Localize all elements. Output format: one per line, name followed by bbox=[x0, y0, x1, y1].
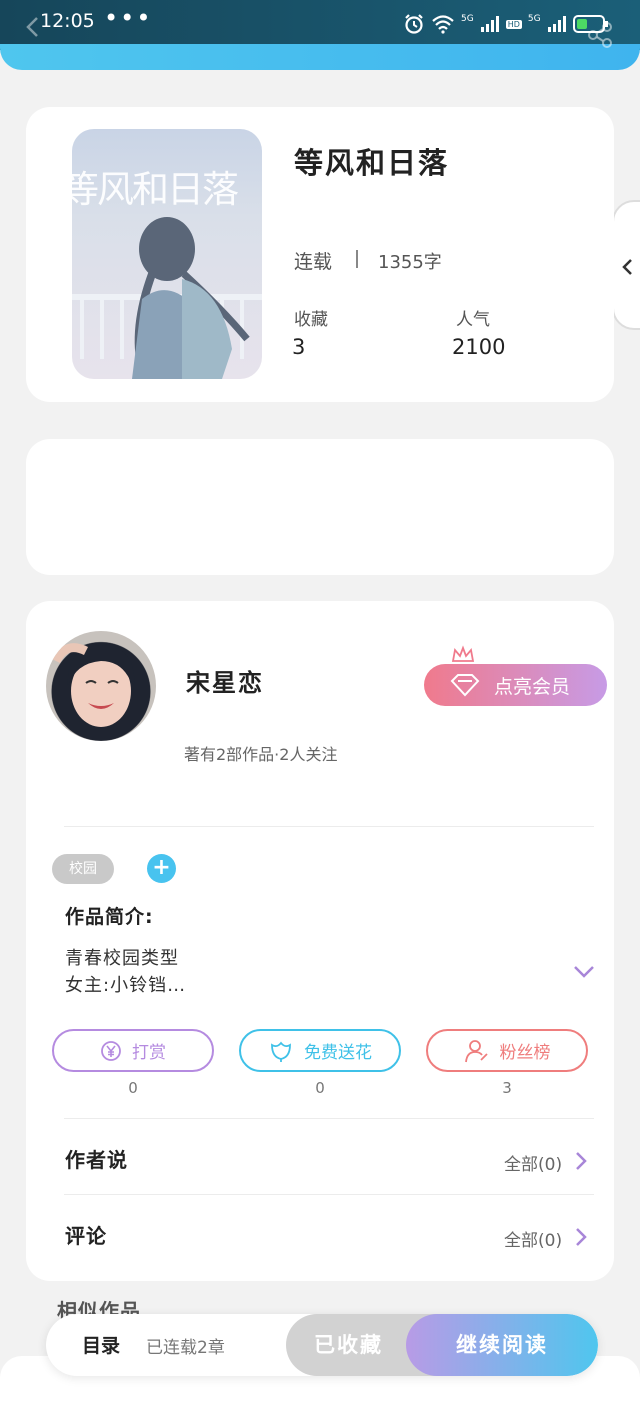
popularity-value: 2100 bbox=[452, 335, 506, 359]
author-card: 宋星恋 点亮会员 著有2部作品·2人关注 校园 + 作品简介: 青春校园类型 女… bbox=[26, 601, 614, 1281]
comments-title[interactable]: 评论 bbox=[65, 1220, 107, 1249]
network-5g-label: 5G bbox=[461, 14, 474, 24]
divider bbox=[64, 826, 594, 827]
share-icon[interactable] bbox=[585, 20, 615, 50]
fan-ranking-button[interactable]: 粉丝榜 bbox=[426, 1029, 588, 1072]
flower-icon bbox=[271, 1041, 291, 1062]
continue-reading-button[interactable]: 继续阅读 bbox=[406, 1314, 598, 1376]
header-band bbox=[0, 44, 640, 70]
yen-coin-icon bbox=[101, 1040, 121, 1061]
chevron-right-icon[interactable] bbox=[574, 1226, 588, 1248]
send-flower-label: 免费送花 bbox=[304, 1043, 372, 1063]
avatar-illustration bbox=[51, 643, 135, 727]
status-more-dots: ••• bbox=[104, 4, 153, 32]
divider bbox=[356, 250, 358, 268]
bottom-action-bar: 目录 已连载2章 已收藏 继续阅读 bbox=[46, 1314, 598, 1376]
diamond-icon bbox=[450, 674, 480, 697]
chevron-right-icon[interactable] bbox=[574, 1150, 588, 1172]
author-avatar[interactable] bbox=[46, 631, 156, 741]
toc-button[interactable]: 目录 bbox=[82, 1331, 120, 1358]
word-count: 1355字 bbox=[378, 252, 442, 273]
wifi-icon bbox=[432, 15, 454, 34]
status-time: 12:05 bbox=[40, 10, 95, 32]
book-info-card: 等风和日落 等风和日落 连载 1355字 收藏 3 人气 2100 bbox=[26, 107, 614, 402]
reward-button[interactable]: 打赏 bbox=[52, 1029, 214, 1072]
network-5g-label-2: 5G bbox=[527, 14, 541, 24]
reward-count: 0 bbox=[128, 1079, 138, 1097]
flower-count: 0 bbox=[315, 1079, 325, 1097]
divider bbox=[64, 1118, 594, 1119]
popularity-label: 人气 bbox=[456, 310, 490, 330]
reward-label: 打赏 bbox=[132, 1043, 166, 1063]
user-icon bbox=[464, 1039, 488, 1062]
side-drawer-handle[interactable] bbox=[612, 200, 640, 330]
genre-tag[interactable]: 校园 bbox=[52, 854, 114, 884]
intro-line-1: 青春校园类型 bbox=[65, 948, 179, 969]
serial-status: 连载 bbox=[294, 251, 333, 273]
comments-all-link[interactable]: 全部(0) bbox=[504, 1226, 562, 1251]
chevron-down-icon[interactable] bbox=[572, 964, 596, 980]
book-title: 等风和日落 bbox=[294, 146, 450, 180]
alarm-icon bbox=[405, 14, 423, 34]
vip-button[interactable]: 点亮会员 bbox=[424, 664, 607, 706]
toc-status[interactable]: 已连载2章 bbox=[146, 1333, 225, 1358]
divider bbox=[64, 1194, 594, 1195]
intro-line-2: 女主:小铃铛… bbox=[65, 975, 187, 996]
author-meta: 著有2部作品·2人关注 bbox=[184, 745, 338, 764]
favorites-label: 收藏 bbox=[294, 310, 328, 330]
chevron-left-icon bbox=[622, 259, 632, 275]
send-flower-button[interactable]: 免费送花 bbox=[239, 1029, 401, 1072]
favorites-value: 3 bbox=[292, 335, 306, 359]
signal-icon-2 bbox=[547, 16, 566, 32]
signal-icon bbox=[480, 16, 499, 32]
crown-icon bbox=[451, 645, 475, 662]
add-tag-button[interactable]: + bbox=[147, 854, 176, 883]
fan-count: 3 bbox=[502, 1079, 512, 1097]
author-name[interactable]: 宋星恋 bbox=[186, 663, 264, 698]
author-says-title[interactable]: 作者说 bbox=[65, 1144, 128, 1173]
book-cover[interactable]: 等风和日落 bbox=[72, 129, 262, 379]
fan-ranking-label: 粉丝榜 bbox=[499, 1043, 551, 1063]
empty-card bbox=[26, 439, 614, 575]
hd-badge: HD bbox=[505, 19, 522, 29]
status-icons: 5G HD 5G bbox=[403, 13, 609, 35]
intro-heading: 作品简介: bbox=[65, 906, 154, 928]
author-says-all-link[interactable]: 全部(0) bbox=[504, 1150, 562, 1175]
vip-button-label: 点亮会员 bbox=[494, 675, 571, 698]
cover-title-text: 等风和日落 bbox=[72, 168, 239, 211]
